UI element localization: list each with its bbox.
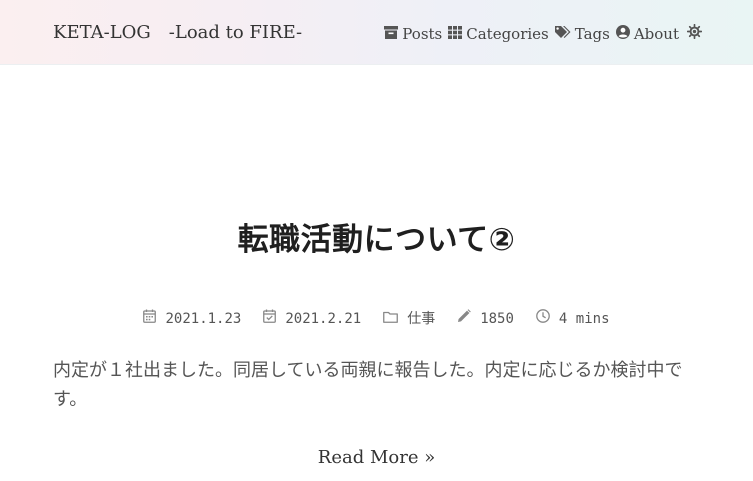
- published-date-text: 2021.1.23: [165, 311, 242, 327]
- theme-toggle-button[interactable]: [686, 23, 703, 43]
- calendar-check-icon: [263, 309, 285, 329]
- archive-icon: [384, 25, 402, 43]
- grid-icon: [448, 25, 466, 43]
- nav-label-categories: Categories: [466, 24, 549, 43]
- nav-item-posts[interactable]: Posts: [384, 25, 442, 43]
- post-category[interactable]: 仕事: [383, 309, 435, 329]
- nav-item-about[interactable]: About: [615, 24, 679, 43]
- nav-item-tags[interactable]: Tags: [554, 24, 610, 43]
- site-header: KETA-LOG -Load to FIRE- Posts Categories…: [0, 0, 753, 65]
- nav-label-posts: Posts: [402, 24, 443, 43]
- reading-time: 4 mins: [536, 309, 610, 329]
- site-brand[interactable]: KETA-LOG -Load to FIRE-: [53, 22, 302, 44]
- word-count: 1850: [457, 309, 514, 329]
- post-meta: 2021.1.23 2021.2.21 仕事 1850 4 mins: [0, 309, 753, 329]
- tags-icon: [554, 25, 575, 43]
- nav-label-about: About: [633, 24, 679, 43]
- nav-label-tags: Tags: [574, 24, 610, 43]
- clock-icon: [536, 309, 559, 329]
- word-count-text: 1850: [480, 311, 514, 327]
- folder-icon: [383, 309, 407, 329]
- published-date: 2021.1.23: [143, 309, 241, 329]
- updated-date: 2021.2.21: [263, 309, 361, 329]
- post-summary: 内定が１社出ました。同居している両親に報告した。内定に応じるか検討中です。: [53, 360, 683, 410]
- post-category-text: 仕事: [407, 311, 436, 327]
- calendar-icon: [143, 309, 165, 329]
- sun-icon: [686, 23, 703, 43]
- main-nav: Posts Categories Tags About: [384, 23, 703, 43]
- read-more-link[interactable]: Read More »: [0, 446, 753, 470]
- pencil-icon: [457, 309, 480, 329]
- user-circle-icon: [615, 24, 634, 43]
- updated-date-text: 2021.2.21: [285, 311, 362, 327]
- nav-item-categories[interactable]: Categories: [448, 25, 549, 43]
- reading-time-text: 4 mins: [558, 311, 610, 327]
- post-title[interactable]: 転職活動について②: [0, 218, 753, 262]
